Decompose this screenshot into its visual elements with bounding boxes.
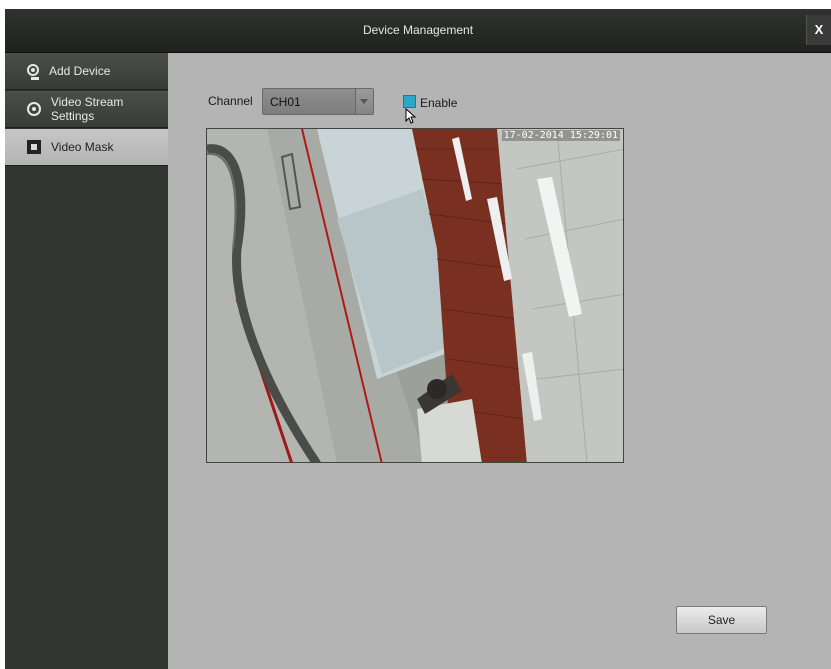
- chevron-down-icon[interactable]: [355, 89, 373, 114]
- video-preview[interactable]: 17-02-2014 15:29:01: [206, 128, 624, 463]
- title-bar: Device Management X: [5, 9, 831, 53]
- sidebar-item-video-mask[interactable]: Video Mask: [5, 129, 168, 166]
- save-button[interactable]: Save: [676, 606, 767, 634]
- camera-icon: [27, 63, 39, 80]
- device-management-window: Device Management X Add Device Video Str…: [5, 9, 831, 669]
- stream-settings-icon: [27, 102, 41, 116]
- enable-checkbox[interactable]: [403, 95, 416, 108]
- mouse-cursor-icon: [405, 108, 417, 124]
- channel-select[interactable]: CH01: [262, 88, 374, 115]
- video-mask-icon: [27, 140, 41, 154]
- sidebar-item-label: Video Mask: [51, 140, 114, 154]
- close-button[interactable]: X: [806, 15, 831, 45]
- window-title: Device Management: [362, 23, 474, 37]
- sidebar-item-label: Add Device: [49, 64, 111, 78]
- camera-feed-image: [207, 129, 623, 462]
- enable-label: Enable: [420, 96, 458, 110]
- channel-select-value: CH01: [270, 95, 301, 109]
- sidebar-item-add-device[interactable]: Add Device: [5, 53, 168, 90]
- sidebar-item-label: Video Stream Settings: [50, 95, 124, 123]
- sidebar: Add Device Video Stream Settings Video M…: [5, 53, 168, 669]
- channel-label: Channel: [208, 94, 253, 108]
- video-timestamp: 17-02-2014 15:29:01: [501, 130, 620, 141]
- sidebar-item-video-stream-settings[interactable]: Video Stream Settings: [5, 91, 168, 128]
